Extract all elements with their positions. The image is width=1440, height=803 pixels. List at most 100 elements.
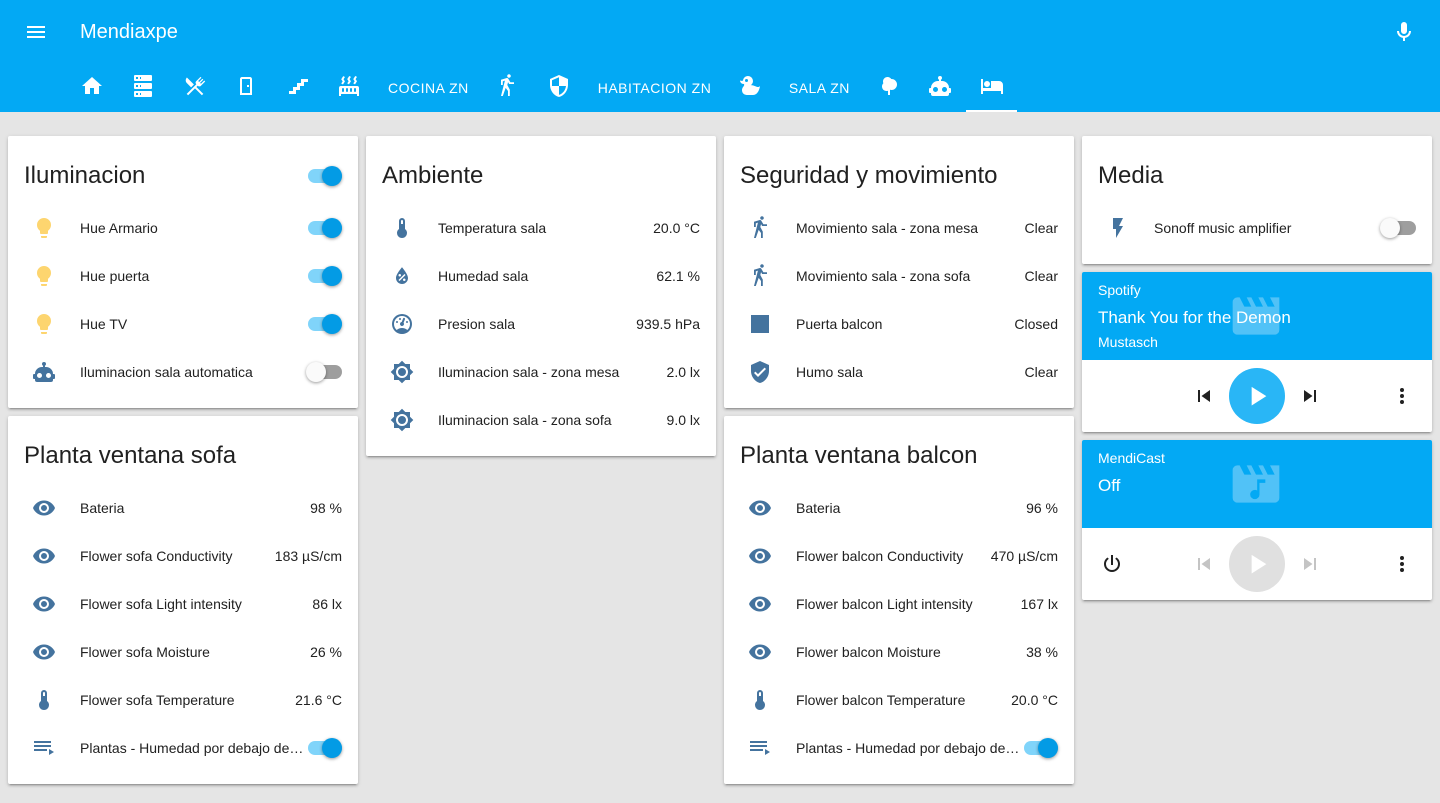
door-icon [234,74,258,103]
entity-row[interactable]: Bateria 98 % [24,484,342,532]
card-title: Planta ventana sofa [24,442,237,469]
next-track-button[interactable] [1290,376,1330,416]
entity-row[interactable]: Plantas - Humedad por debajo del umbral [740,724,1058,772]
tab-sofa[interactable] [965,64,1018,112]
eye-icon [24,536,64,576]
tree-icon [877,74,901,103]
entity-row[interactable]: Presion sala 939.5 hPa [382,300,700,348]
entity-row[interactable]: Puerta balcon Closed [740,300,1058,348]
entity-row[interactable]: Flower sofa Moisture 26 % [24,628,342,676]
entity-value: 183 µS/cm [274,548,342,564]
entity-row[interactable]: Flower sofa Conductivity 183 µS/cm [24,532,342,580]
server-icon [131,74,155,103]
next-track-button[interactable] [1290,544,1330,584]
tab-habitacion-zn[interactable]: HABITACION ZN [585,64,725,112]
entity-row[interactable]: Iluminacion sala - zona sofa 9.0 lx [382,396,700,444]
player-banner: MendiCast Off [1082,440,1432,528]
entity-value: 939.5 hPa [636,316,700,332]
entity-value: 167 lx [1020,596,1058,612]
player-controls [1082,528,1432,600]
tab-tree[interactable] [863,64,915,112]
entity-row[interactable]: Movimiento sala - zona sofa Clear [740,252,1058,300]
card-title: Media [1098,162,1164,189]
card-title: Planta ventana balcon [740,442,978,469]
tab-sala-zn[interactable]: SALA ZN [776,64,863,112]
card-ambiente: Ambiente Temperatura sala 20.0 °C Humeda… [366,136,716,456]
entity-name: Flower sofa Moisture [80,644,210,660]
entity-row[interactable]: Flower sofa Light intensity 86 lx [24,580,342,628]
entity-row[interactable]: Iluminacion sala - zona mesa 2.0 lx [382,348,700,396]
play-button[interactable] [1229,536,1285,592]
gauge-icon [382,304,422,344]
entity-name: Humedad sala [438,268,529,284]
group-toggle[interactable] [306,166,342,186]
entity-row[interactable]: Plantas - Humedad por debajo del umbral [24,724,342,772]
entity-toggle[interactable] [306,738,342,758]
entity-row[interactable]: Bateria 96 % [740,484,1058,532]
tab-door[interactable] [221,64,273,112]
entity-value: Clear [1024,268,1058,284]
entity-row[interactable]: Humedad sala 62.1 % [382,252,700,300]
tab-home[interactable] [66,64,118,112]
tab-walk[interactable] [482,64,534,112]
skip-next-icon [1304,390,1316,402]
tab-duck[interactable] [724,64,776,112]
tab-security[interactable] [533,64,585,112]
menu-icon[interactable] [24,20,48,44]
entity-toggle[interactable] [1380,218,1416,238]
entity-value: 98 % [310,500,342,516]
entity-row[interactable]: Hue Armario [24,204,342,252]
entity-row[interactable]: Hue puerta [24,252,342,300]
card-title: Seguridad y movimiento [740,162,998,189]
entity-value: 470 µS/cm [990,548,1058,564]
entity-name: Bateria [796,500,841,516]
square-icon [740,304,780,344]
entity-toggle[interactable] [306,362,342,382]
entity-value: 26 % [310,644,342,660]
entity-toggle[interactable] [306,266,342,286]
entity-row[interactable]: Movimiento sala - zona mesa Clear [740,204,1058,252]
sofa-icon [980,74,1004,103]
shield-icon [547,74,571,103]
entity-row[interactable]: Hue TV [24,300,342,348]
entity-name: Flower sofa Light intensity [80,596,242,612]
entity-row[interactable]: Sonoff music amplifier [1098,204,1416,252]
duck-icon [738,74,762,103]
entity-row[interactable]: Flower balcon Light intensity 167 lx [740,580,1058,628]
power-button[interactable] [1092,544,1132,584]
silverware-icon [183,74,207,103]
microphone-icon[interactable] [1392,20,1416,44]
player-media-artist: Mustasch [1098,334,1158,350]
entity-row[interactable]: Iluminacion sala automatica [24,348,342,396]
entity-toggle[interactable] [306,314,342,334]
skip-previous-icon [1198,390,1210,402]
entity-row[interactable]: Flower balcon Conductivity 470 µS/cm [740,532,1058,580]
entity-row[interactable]: Humo sala Clear [740,348,1058,396]
entity-toggle[interactable] [306,218,342,238]
tab-cocina-zn[interactable]: COCINA ZN [375,64,482,112]
previous-track-button[interactable] [1184,376,1224,416]
player-state: Off [1098,476,1121,495]
entity-name: Flower sofa Temperature [80,692,235,708]
entity-value: 96 % [1026,500,1058,516]
entity-toggle[interactable] [1022,738,1058,758]
playlist-play-icon [740,728,780,768]
bulb-icon [24,208,64,248]
entity-row[interactable]: Flower sofa Temperature 21.6 °C [24,676,342,724]
card-iluminacion: Iluminacion Hue Armario Hue puerta Hue T… [8,136,358,408]
more-options-button[interactable] [1382,544,1422,584]
entity-row[interactable]: Flower balcon Moisture 38 % [740,628,1058,676]
water-percent-icon [382,256,422,296]
tab-stairs[interactable] [272,64,324,112]
tab-radiator[interactable] [324,64,376,112]
more-options-button[interactable] [1382,376,1422,416]
tab-robot[interactable] [914,64,966,112]
previous-track-button[interactable] [1184,544,1224,584]
entity-row[interactable]: Temperatura sala 20.0 °C [382,204,700,252]
tab-cocina[interactable] [169,64,221,112]
play-button[interactable] [1229,368,1285,424]
player-banner: Spotify Thank You for the Demon Mustasch [1082,272,1432,360]
entity-name: Movimiento sala - zona mesa [796,220,979,236]
tab-server[interactable] [118,64,170,112]
entity-row[interactable]: Flower balcon Temperature 20.0 °C [740,676,1058,724]
